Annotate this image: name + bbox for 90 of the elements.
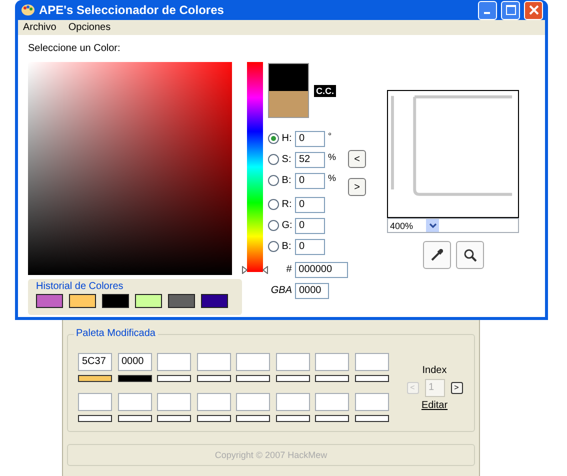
magnifier-button[interactable] (456, 241, 484, 269)
palette-swatch (354, 375, 388, 382)
maximize-icon (506, 5, 516, 15)
field-label: S: (280, 154, 292, 165)
hex-field[interactable]: 000000 (294, 262, 348, 278)
unit-label: % (328, 172, 336, 182)
palette-swatch (157, 415, 191, 422)
palette-field[interactable] (354, 393, 388, 411)
field-label: B: (280, 241, 292, 252)
radio-button[interactable] (268, 175, 279, 186)
maximize-button[interactable] (501, 0, 520, 20)
window-title: APE's Seleccionador de Colores (39, 3, 225, 17)
palette-swatch (78, 415, 112, 422)
palette-field[interactable] (78, 393, 112, 411)
gba-field[interactable]: 0000 (295, 282, 329, 298)
palette-field[interactable] (276, 393, 310, 411)
value-field[interactable]: 0 (295, 130, 325, 146)
eyedropper-icon (430, 248, 444, 262)
palette-field[interactable] (315, 353, 349, 371)
radio-button[interactable] (268, 199, 279, 210)
previous-color-swatch (269, 90, 308, 117)
arrow-button[interactable]: > (348, 178, 366, 196)
palette-icon (21, 3, 35, 17)
palette-field[interactable] (157, 393, 191, 411)
close-icon (528, 5, 538, 15)
hue-slider-handle[interactable] (242, 266, 268, 274)
palette-swatch (236, 375, 270, 382)
palette-swatch (236, 415, 270, 422)
radio-button[interactable] (268, 220, 279, 231)
group-title: Paleta Modificada (74, 328, 158, 339)
palette-swatch (315, 415, 349, 422)
palette-field[interactable] (236, 353, 270, 371)
unit-label: % (328, 152, 336, 162)
zoom-dropdown[interactable]: 400% (387, 218, 519, 233)
palette-swatch (157, 375, 191, 382)
current-color-label: C.C. (314, 84, 336, 96)
field-label: # (285, 264, 293, 275)
unit-label: ° (328, 130, 332, 140)
chevron-down-icon (428, 222, 436, 228)
search-icon (462, 248, 476, 262)
value-field[interactable]: 0 (295, 218, 325, 234)
palette-swatch (196, 375, 230, 382)
value-field[interactable]: 0 (295, 238, 325, 254)
history-swatch[interactable] (102, 294, 129, 308)
palette-field[interactable] (354, 353, 388, 371)
palette-field[interactable] (276, 353, 310, 371)
palette-swatch (315, 375, 349, 382)
value-field[interactable]: 52 (295, 152, 325, 168)
palette-swatch (354, 415, 388, 422)
palette-swatch (276, 375, 310, 382)
field-label: H: (280, 133, 293, 144)
field-label: GBA (270, 285, 293, 296)
palette-field[interactable] (315, 393, 349, 411)
next-button[interactable]: > (450, 382, 462, 394)
menu-item[interactable]: Archivo (23, 22, 56, 33)
current-color-swatch (269, 64, 308, 90)
prompt-label: Seleccione un Color: (28, 43, 122, 54)
palette-swatch (196, 415, 230, 422)
history-swatch[interactable] (168, 294, 195, 308)
history-swatch[interactable] (201, 294, 228, 308)
arrow-button[interactable]: < (348, 150, 366, 168)
palette-swatch (276, 415, 310, 422)
value-field[interactable]: 0 (295, 196, 325, 212)
palette-field[interactable]: 5C37 (78, 353, 112, 371)
palette-field[interactable] (236, 393, 270, 411)
value-field[interactable]: 0 (295, 172, 325, 188)
hue-strip[interactable] (247, 62, 263, 272)
palette-field[interactable] (196, 353, 230, 371)
radio-button[interactable] (268, 154, 279, 165)
radio-button[interactable] (268, 133, 279, 144)
field-label: B: (280, 175, 292, 186)
index-label: Index (422, 365, 447, 376)
palette-field[interactable] (118, 393, 152, 411)
palette-field[interactable] (196, 393, 230, 411)
field-label: G: (280, 220, 294, 231)
edit-link[interactable]: Editar (421, 400, 448, 411)
close-button[interactable] (524, 0, 543, 20)
menu-item[interactable]: Opciones (68, 22, 111, 33)
palette-swatch (118, 415, 152, 422)
minimize-button[interactable] (478, 0, 497, 20)
field-label: R: (280, 199, 293, 210)
eyedropper-button[interactable] (422, 241, 450, 269)
copyright-text: Copyright © 2007 HackMew (67, 444, 475, 466)
history-title: Historial de Colores (36, 281, 124, 292)
history-swatch[interactable] (36, 294, 63, 308)
history-swatch[interactable] (135, 294, 162, 308)
palette-field[interactable] (157, 353, 191, 371)
palette-field[interactable]: 0000 (118, 353, 152, 371)
history-swatch[interactable] (69, 294, 96, 308)
radio-button[interactable] (268, 241, 279, 252)
